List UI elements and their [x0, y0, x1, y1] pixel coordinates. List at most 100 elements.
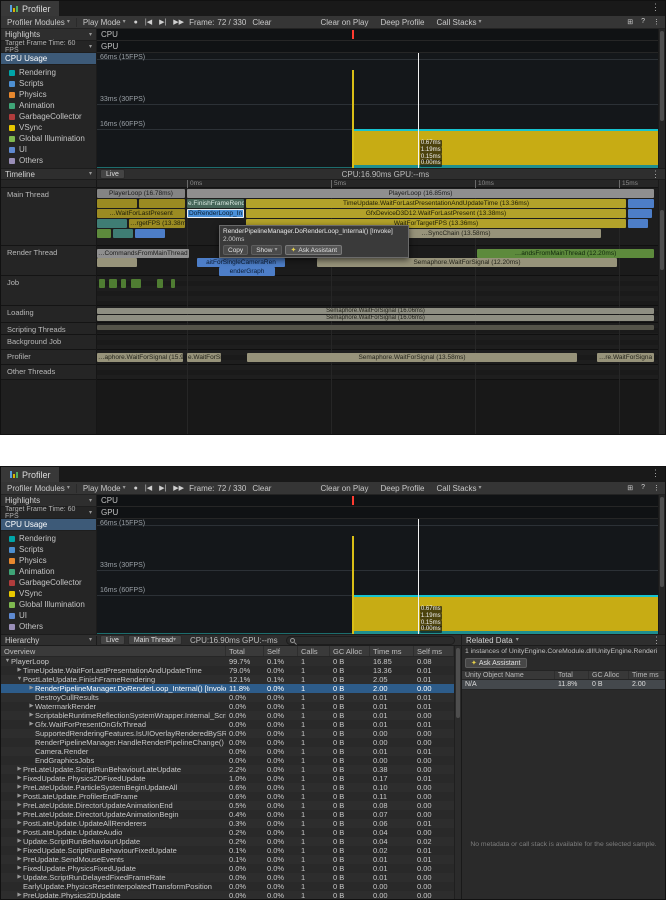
hierarchy-scrollbar[interactable] [454, 646, 461, 899]
timeline-bar[interactable] [97, 258, 137, 267]
thread-dropdown[interactable]: Main Thread ▾ [127, 635, 183, 645]
toolbar-menu-icon[interactable]: ⋮ [651, 18, 662, 26]
legend-item[interactable]: Global Illumination [1, 599, 96, 610]
column-header-self-ms[interactable]: Self ms [414, 646, 454, 656]
hierarchy-row[interactable]: ▼ PostLateUpdate.FinishFrameRendering 12.… [1, 675, 454, 684]
legend-item[interactable]: Animation [1, 566, 96, 577]
module-scrollbar[interactable] [658, 495, 665, 634]
timeline-bar[interactable] [135, 229, 165, 238]
hierarchy-row[interactable]: ▶ Gfx.WaitForPresentOnGfxThread 0.0% 0.0%… [1, 720, 454, 729]
thread-name[interactable]: Profiler [1, 350, 96, 365]
window-menu-icon[interactable]: ⋮ [646, 1, 665, 16]
legend-item[interactable]: Physics [1, 555, 96, 566]
hierarchy-row[interactable]: EarlyUpdate.PhysicsResetInterpolatedTran… [1, 882, 454, 891]
legend-item[interactable]: VSync [1, 588, 96, 599]
timeline-tracks[interactable]: RenderPipelineManager.DoRenderLoop_Inter… [97, 188, 658, 434]
tree-arrow-icon[interactable]: ▶ [16, 864, 23, 873]
scrollbar-thumb[interactable] [660, 31, 664, 121]
tree-arrow-icon[interactable]: ▶ [16, 846, 23, 855]
tree-arrow-icon[interactable]: ▶ [16, 765, 23, 774]
related-menu-icon[interactable]: ⋮ [652, 635, 661, 646]
legend-item[interactable]: Scripts [1, 78, 96, 89]
clear-button[interactable]: Clear [249, 483, 274, 494]
legend-item[interactable]: Physics [1, 89, 96, 100]
hierarchy-row[interactable]: ▶ PreLateUpdate.ParticleSystemBeginUpdate… [1, 783, 454, 792]
timeline-bar[interactable] [99, 279, 105, 288]
tree-arrow-icon[interactable]: ▶ [16, 666, 23, 675]
tree-arrow-icon[interactable]: ▶ [16, 810, 23, 819]
column-header-object-name[interactable]: Unity Object Name [462, 671, 555, 679]
timeline-bar[interactable]: …WaitForLastPresent [97, 209, 185, 218]
search-input[interactable] [296, 636, 454, 644]
timeline-bar[interactable] [139, 199, 185, 208]
thread-name[interactable]: Other Threads [1, 365, 96, 380]
cpu-usage-chart[interactable]: 66ms (15FPS) 33ms (30FPS) 16ms (60FPS) 0… [97, 519, 658, 634]
timeline-bar[interactable]: Semaphore.WaitForSignal (12.20ms) [317, 258, 617, 267]
highlights-cpu-row[interactable]: CPU [97, 29, 658, 41]
module-scrollbar[interactable] [658, 29, 665, 168]
hierarchy-row[interactable]: ▶ WatermarkRender 0.0% 0.0% 1 0 B 0.01 0.… [1, 702, 454, 711]
timeline-bar[interactable]: Semaphore.WaitForSignal (16.06ms) [97, 315, 654, 321]
cpu-usage-chart[interactable]: 66ms (15FPS) 33ms (30FPS) 16ms (60FPS) 0… [97, 53, 658, 168]
timeline-bar[interactable] [97, 199, 137, 208]
scrollbar-thumb[interactable] [456, 648, 460, 718]
cpu-usage-module-header[interactable]: CPU Usage [1, 519, 96, 531]
timeline-bar[interactable]: aitForSingleCameraRen [197, 258, 285, 267]
clear-on-play-toggle[interactable]: Clear on Play [317, 483, 371, 494]
tree-arrow-icon[interactable]: ▶ [16, 855, 23, 864]
live-toggle[interactable]: Live [100, 169, 125, 179]
timeline-scrollbar[interactable] [658, 180, 665, 434]
hierarchy-row[interactable]: ▶ RenderPipelineManager.DoRenderLoop_Inte… [1, 684, 454, 693]
profiler-modules-dropdown[interactable]: Profiler Modules ▾ [4, 483, 73, 494]
ask-assistant-button[interactable]: ✦ Ask Assistant [285, 245, 342, 255]
scrollbar-thumb[interactable] [660, 210, 664, 270]
prev-frame-icon[interactable]: |◀ [143, 18, 154, 26]
thread-name[interactable]: Main Thread [1, 188, 96, 246]
legend-item[interactable]: Scripts [1, 544, 96, 555]
highlights-gpu-row[interactable]: GPU [97, 41, 658, 53]
help-icon[interactable]: ? [639, 18, 647, 26]
column-header-self[interactable]: Self [264, 646, 298, 656]
timeline-bar[interactable] [157, 279, 163, 288]
legend-item[interactable]: Others [1, 621, 96, 632]
timeline-bar[interactable] [628, 209, 652, 218]
tree-arrow-icon[interactable]: ▶ [16, 783, 23, 792]
hierarchy-row[interactable]: ▶ PreUpdate.Physics2DUpdate 0.0% 0.0% 1 0… [1, 891, 454, 899]
timeline-bar[interactable]: …CommandsFromMainThread (13.88ms) [97, 249, 189, 258]
related-row[interactable]: N/A 11.8% 0 B 2.00 [462, 680, 665, 690]
ask-assistant-button[interactable]: ✦ Ask Assistant [465, 658, 527, 668]
legend-item[interactable]: VSync [1, 122, 96, 133]
cpu-usage-module-header[interactable]: CPU Usage [1, 53, 96, 65]
timeline-bar[interactable]: Semaphore.WaitForSignal (13.58ms) [247, 353, 577, 362]
timeline-view-dropdown[interactable]: Timeline ▾ [1, 169, 97, 179]
hierarchy-row[interactable]: ▶ PostLateUpdate.UpdateAudio 0.2% 0.0% 1 … [1, 828, 454, 837]
hierarchy-row[interactable]: Camera.Render 0.0% 0.0% 1 0 B 0.01 0.01 [1, 747, 454, 756]
help-icon[interactable]: ? [639, 484, 647, 492]
column-header-time-ms[interactable]: Time ms [629, 671, 665, 679]
tree-arrow-icon[interactable]: ▶ [16, 828, 23, 837]
target-frame-time-dropdown[interactable]: Target Frame Time: 60 FPS ▾ [1, 506, 96, 520]
legend-item[interactable]: Rendering [1, 533, 96, 544]
legend-item[interactable]: Global Illumination [1, 133, 96, 144]
hierarchy-row[interactable]: ▶ PostLateUpdate.ProfilerEndFrame 0.6% 0.… [1, 792, 454, 801]
tree-arrow-icon[interactable]: ▼ [16, 675, 23, 684]
related-data-dropdown[interactable]: Related Data ▾ ⋮ [461, 635, 665, 645]
timeline-bar[interactable]: Semaphore.WaitForSignal (16.06ms) [97, 308, 654, 314]
timeline-bar[interactable] [97, 325, 654, 330]
timeline-bar[interactable] [171, 279, 175, 288]
tree-arrow-icon[interactable]: ▶ [16, 837, 23, 846]
timeline-bar[interactable] [131, 279, 141, 288]
next-frame-icon[interactable]: ▶| [157, 484, 168, 492]
column-header-gc-alloc[interactable]: GC Alloc [589, 671, 629, 679]
hierarchy-row[interactable]: SupportedRenderingFeatures.IsUIOverlayRe… [1, 729, 454, 738]
deep-profile-toggle[interactable]: Deep Profile [377, 483, 427, 494]
tab-profiler[interactable]: Profiler [1, 467, 59, 482]
thread-name[interactable]: Job [1, 276, 96, 306]
hierarchy-row[interactable]: RenderPipelineManager.HandleRenderPipeli… [1, 738, 454, 747]
hierarchy-row[interactable]: ▶ PreLateUpdate.DirectorUpdateAnimationEn… [1, 801, 454, 810]
timeline-bar[interactable]: …andsFromMainThread (12.20ms) [477, 249, 654, 258]
tree-arrow-icon[interactable]: ▶ [16, 801, 23, 810]
target-frame-time-dropdown[interactable]: Target Frame Time: 60 FPS ▾ [1, 40, 96, 54]
timeline-bar[interactable] [97, 229, 111, 238]
timeline-bar[interactable]: DoRenderLoop_In [187, 209, 244, 218]
